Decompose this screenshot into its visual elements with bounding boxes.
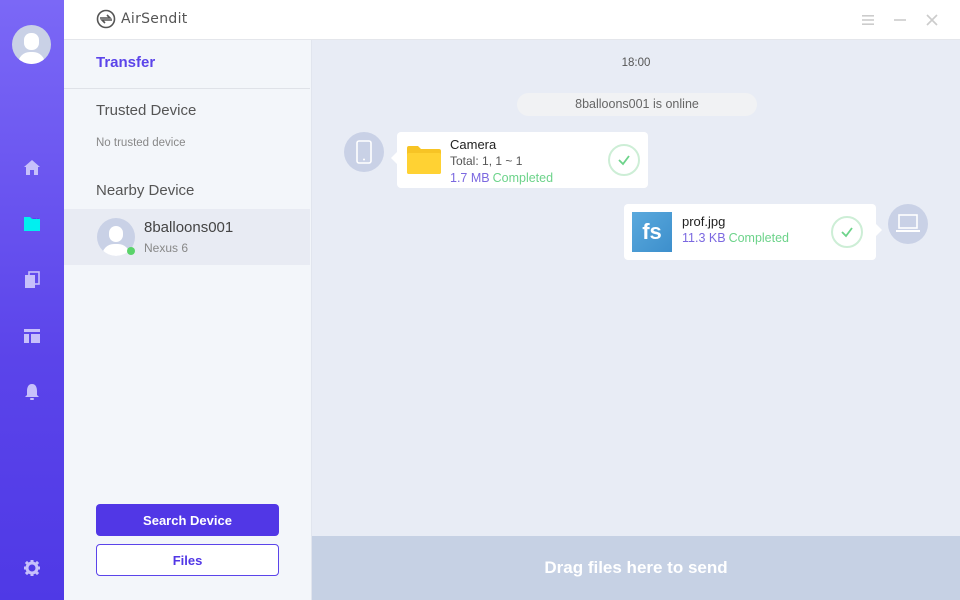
- tab-transfer[interactable]: Transfer: [96, 54, 155, 71]
- transfer-chat: 18:00 8balloons001 is online Camera Tota…: [312, 40, 960, 536]
- trusted-device-heading: Trusted Device: [96, 102, 197, 119]
- close-icon[interactable]: [924, 12, 940, 28]
- phone-icon: [356, 140, 372, 164]
- device-name: 8balloons001: [144, 219, 234, 236]
- online-notice: 8balloons001 is online: [517, 93, 757, 116]
- copy-icon[interactable]: [22, 270, 42, 290]
- message-prof-jpg[interactable]: fs prof.jpg 11.3 KB Completed: [624, 204, 882, 260]
- drop-zone-label: Drag files here to send: [544, 558, 728, 577]
- minimize-icon[interactable]: [892, 12, 908, 28]
- file-detail: Total: 1, 1 ~ 1: [450, 154, 523, 168]
- nearby-device-heading: Nearby Device: [96, 182, 195, 199]
- transfer-status: Completed: [728, 231, 790, 245]
- gear-icon[interactable]: [22, 558, 42, 578]
- file-name: Camera: [450, 137, 497, 152]
- layout-icon[interactable]: [22, 326, 42, 346]
- app-title: AirSendit: [121, 11, 188, 27]
- divider: [64, 88, 310, 89]
- laptop-icon: [896, 214, 920, 232]
- file-meta: 11.3 KB Completed: [682, 231, 789, 245]
- online-status-dot: [127, 247, 135, 255]
- menu-icon[interactable]: [860, 12, 876, 28]
- device-list-item[interactable]: 8balloons001 Nexus 6: [64, 209, 310, 265]
- completed-check-icon: [831, 216, 863, 248]
- search-device-button[interactable]: Search Device: [96, 504, 279, 536]
- home-icon[interactable]: [22, 158, 42, 178]
- folder-file-icon: [407, 146, 441, 174]
- nav-rail: [0, 0, 64, 600]
- bell-icon[interactable]: [22, 382, 42, 402]
- computer-avatar: [888, 204, 928, 244]
- device-panel: Transfer Trusted Device No trusted devic…: [64, 40, 312, 600]
- message-camera-folder[interactable]: Camera Total: 1, 1 ~ 1 1.7 MB Completed: [391, 132, 648, 188]
- phone-avatar: [344, 132, 384, 172]
- title-bar: AirSendit: [64, 0, 960, 40]
- image-thumbnail: fs: [632, 212, 672, 252]
- timestamp: 18:00: [621, 57, 651, 69]
- device-model: Nexus 6: [144, 241, 189, 255]
- file-name: prof.jpg: [682, 214, 726, 229]
- folder-icon[interactable]: [22, 214, 42, 234]
- file-size: 1.7 MB: [450, 171, 490, 185]
- app-logo: AirSendit: [96, 9, 188, 29]
- file-size: 11.3 KB: [682, 231, 726, 245]
- transfer-status: Completed: [492, 171, 554, 185]
- file-meta: 1.7 MB Completed: [450, 171, 553, 185]
- user-avatar[interactable]: [12, 25, 51, 64]
- airsendit-logo-icon: [96, 9, 116, 29]
- trusted-device-empty: No trusted device: [96, 137, 186, 149]
- completed-check-icon: [608, 144, 640, 176]
- files-button[interactable]: Files: [96, 544, 279, 576]
- drop-zone[interactable]: Drag files here to send: [312, 536, 960, 600]
